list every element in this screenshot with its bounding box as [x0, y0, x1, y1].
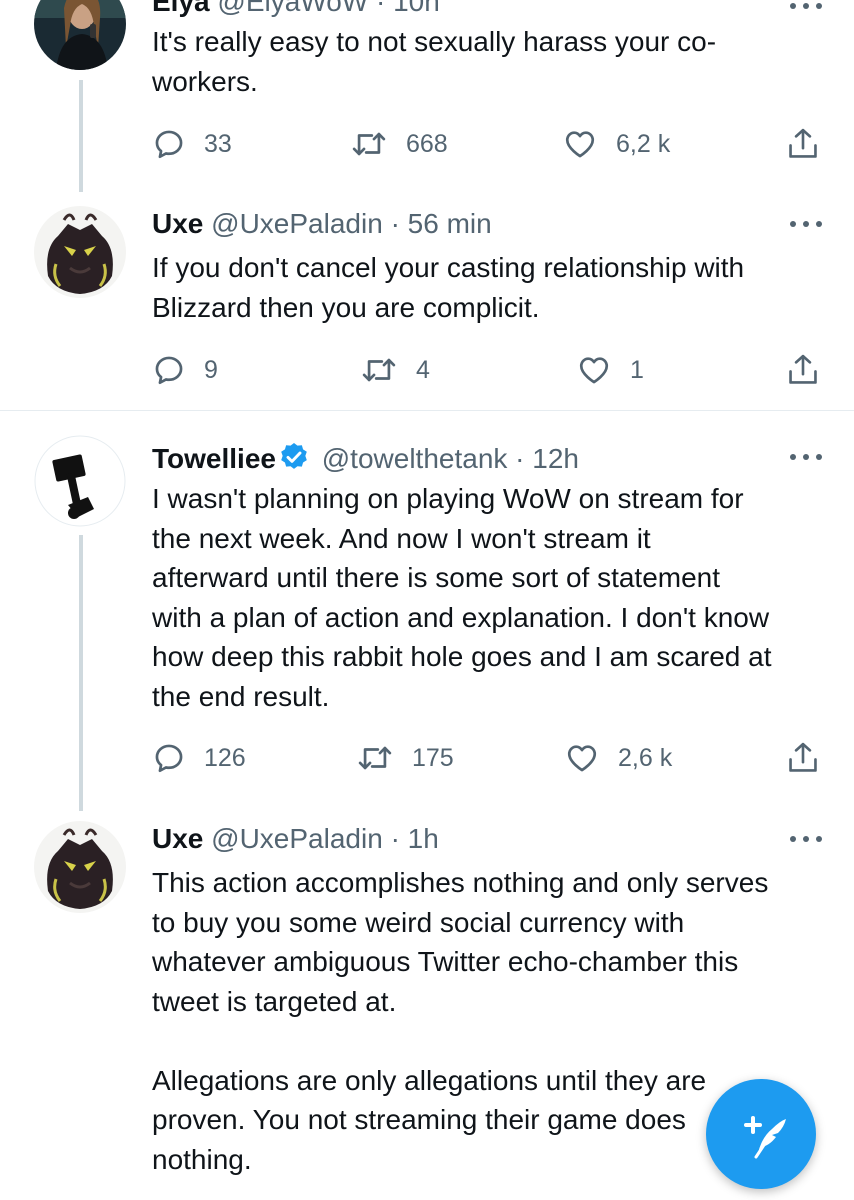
retweet-button[interactable]: 175 — [356, 738, 454, 778]
tweet-actions: 9 4 1 — [0, 350, 854, 390]
retweet-count: 175 — [412, 743, 454, 772]
display-name[interactable]: Uxe — [152, 823, 203, 854]
more-dots-icon[interactable] — [788, 451, 824, 463]
more-dots-icon[interactable] — [788, 833, 824, 845]
timestamp[interactable]: · 1h — [391, 823, 439, 854]
more-dots-icon[interactable] — [788, 0, 824, 12]
avatar[interactable] — [34, 206, 126, 298]
reply-button[interactable]: 9 — [152, 350, 218, 390]
handle[interactable]: @UxePaladin — [211, 823, 383, 854]
retweet-icon — [362, 358, 396, 382]
heart-icon — [567, 745, 597, 772]
display-name[interactable]: Towelliee — [152, 443, 276, 474]
tweet-header: Uxe @UxePaladin · 56 min — [152, 208, 492, 240]
tweet-towelliee[interactable]: Towelliee @towelthetank · 12h I wasn't p… — [0, 411, 854, 811]
retweet-button[interactable]: 4 — [360, 350, 430, 390]
share-button[interactable] — [786, 350, 820, 390]
retweet-icon — [352, 132, 386, 156]
like-button[interactable]: 1 — [576, 350, 644, 390]
reply-icon — [155, 356, 183, 385]
like-count: 2,6 k — [618, 743, 673, 772]
reply-count: 33 — [204, 129, 232, 158]
tweet-text: I wasn't planning on playing WoW on stre… — [152, 483, 772, 712]
tweet-header: Elya @ElyaWoW · 10h — [152, 0, 440, 18]
tweet-uxe-reply[interactable]: Uxe @UxePaladin · 56 min If you don't ca… — [0, 200, 854, 410]
retweet-count: 4 — [416, 355, 430, 384]
retweet-button[interactable]: 668 — [350, 124, 448, 164]
compose-tweet-icon — [744, 1116, 786, 1159]
handle[interactable]: @ElyaWoW — [217, 0, 368, 17]
tweet-actions: 33 668 6,2 k — [0, 124, 854, 164]
like-count: 1 — [630, 355, 644, 384]
more-dots-icon[interactable] — [788, 218, 824, 230]
avatar[interactable] — [34, 0, 126, 70]
avatar[interactable] — [34, 435, 126, 527]
compose-tweet-button[interactable] — [706, 1079, 816, 1189]
reply-button[interactable]: 126 — [152, 738, 246, 778]
verified-badge-icon — [281, 443, 307, 469]
retweet-icon — [358, 746, 392, 770]
reply-icon — [155, 130, 183, 159]
avatar[interactable] — [34, 821, 126, 913]
share-icon — [789, 354, 817, 384]
tweet-text: It's really easy to not sexually harass … — [152, 26, 717, 97]
timestamp[interactable]: · 10h — [376, 0, 440, 17]
share-icon — [789, 128, 817, 158]
share-button[interactable] — [786, 124, 820, 164]
tweet-header: Uxe @UxePaladin · 1h — [152, 823, 439, 855]
tweet-header: Towelliee @towelthetank · 12h — [152, 441, 579, 475]
tweet-text: If you don't cancel your casting relatio… — [152, 252, 745, 323]
like-button[interactable]: 6,2 k — [562, 124, 670, 164]
display-name[interactable]: Uxe — [152, 208, 203, 239]
retweet-count: 668 — [406, 129, 448, 158]
reply-count: 126 — [204, 743, 246, 772]
reply-count: 9 — [204, 355, 218, 384]
tweet-elya[interactable]: Elya @ElyaWoW · 10h It's really easy to … — [0, 0, 854, 200]
reply-button[interactable]: 33 — [152, 124, 232, 164]
heart-icon — [579, 357, 609, 384]
handle[interactable]: @UxePaladin — [211, 208, 383, 239]
like-button[interactable]: 2,6 k — [564, 738, 672, 778]
share-button[interactable] — [786, 738, 820, 778]
timestamp[interactable]: · 56 min — [391, 208, 492, 239]
share-icon — [789, 742, 817, 772]
tweet-actions: 126 175 2,6 k — [0, 738, 854, 778]
reply-icon — [155, 744, 183, 773]
handle[interactable]: @towelthetank — [322, 443, 508, 474]
heart-icon — [565, 131, 595, 158]
like-count: 6,2 k — [616, 129, 671, 158]
timestamp[interactable]: · 12h — [515, 443, 579, 474]
display-name[interactable]: Elya — [152, 0, 210, 17]
